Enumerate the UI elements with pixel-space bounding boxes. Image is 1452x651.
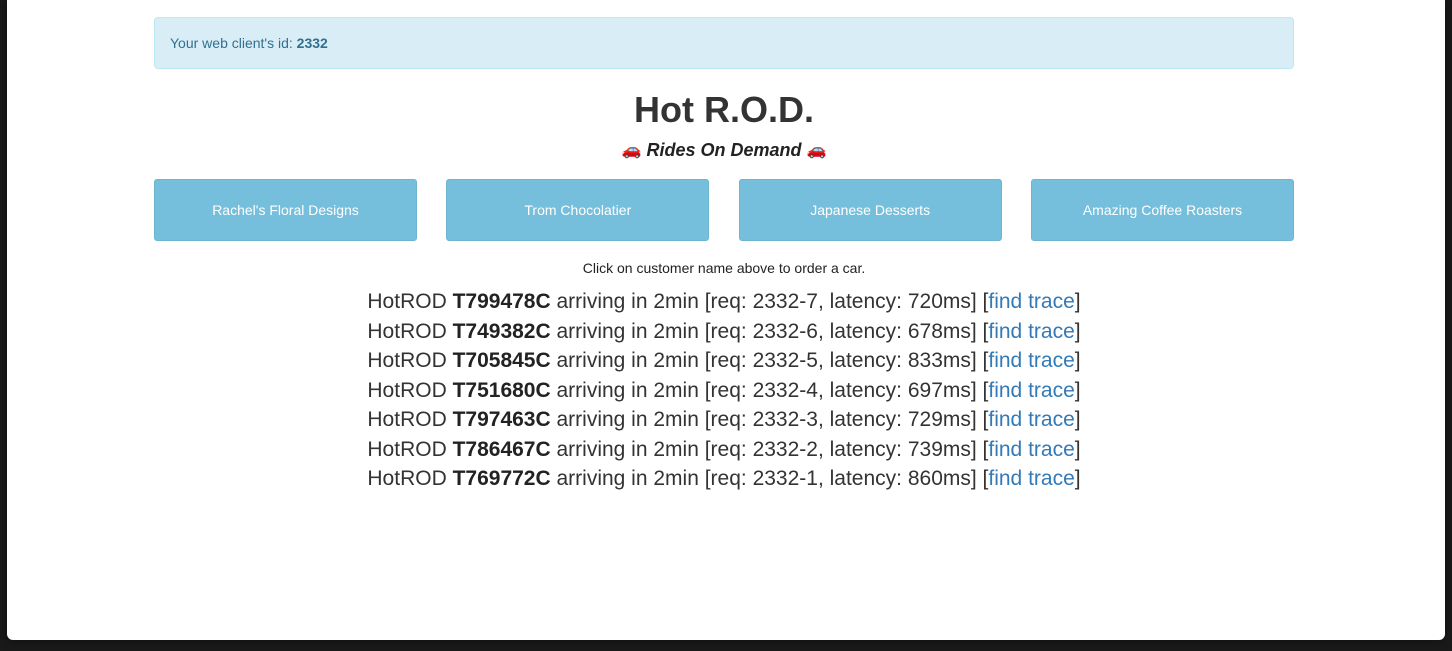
ride-prefix: HotROD [367,408,453,431]
find-trace-link[interactable]: find trace [988,290,1074,313]
ride-suffix: ] [1074,349,1081,372]
ride-list: HotROD T799478C arriving in 2min [req: 2… [154,287,1294,494]
client-id-value: 2332 [296,35,328,51]
ride-details: arriving in 2min [req: 2332-5, latency: … [550,349,989,372]
ride-details: arriving in 2min [req: 2332-7, latency: … [550,290,989,313]
ride-item: HotROD T749382C arriving in 2min [req: 2… [154,317,1294,347]
ride-item: HotROD T797463C arriving in 2min [req: 2… [154,405,1294,435]
ride-prefix: HotROD [367,319,453,343]
ride-item: HotROD T799478C arriving in 2min [req: 2… [154,287,1294,317]
main-container: Your web client's id: 2332 Hot R.O.D. 🚗 … [154,17,1294,494]
customer-button-trom-chocolatier[interactable]: Trom Chocolatier [446,179,710,241]
ride-suffix: ] [1074,437,1081,461]
ride-prefix: HotROD [367,378,453,402]
ride-car-id: T749382C [452,319,551,343]
ride-car-id: T797463C [452,408,551,431]
browser-page: Your web client's id: 2332 Hot R.O.D. 🚗 … [7,0,1445,640]
page-title: Hot R.O.D. [634,89,814,130]
find-trace-link[interactable]: find trace [988,379,1074,402]
ride-prefix: HotROD [367,437,453,461]
client-id-prefix: Your web client's id: [170,35,297,51]
ride-suffix: ] [1074,319,1081,343]
find-trace-link[interactable]: find trace [988,467,1074,490]
car-icon: 🚗 [806,142,827,160]
find-trace-link[interactable]: find trace [988,408,1074,431]
customer-button-japanese-desserts[interactable]: Japanese Desserts [738,179,1002,241]
find-trace-link[interactable]: find trace [988,438,1074,461]
ride-item: HotROD T705845C arriving in 2min [req: 2… [154,346,1294,376]
car-icon: 🚗 [621,142,642,160]
ride-details: arriving in 2min [req: 2332-4, latency: … [550,378,989,402]
ride-details: arriving in 2min [req: 2332-1, latency: … [550,467,989,490]
ride-item: HotROD T751680C arriving in 2min [req: 2… [154,376,1294,406]
find-trace-link[interactable]: find trace [988,349,1074,372]
ride-item: HotROD T769772C arriving in 2min [req: 2… [154,464,1294,494]
ride-details: arriving in 2min [req: 2332-6, latency: … [550,319,989,343]
ride-details: arriving in 2min [req: 2332-3, latency: … [550,408,989,431]
subtitle-text: Rides On Demand [646,140,802,160]
ride-details: arriving in 2min [req: 2332-2, latency: … [550,437,989,461]
ride-suffix: ] [1074,378,1081,402]
ride-car-id: T799478C [452,290,551,313]
client-id-alert: Your web client's id: 2332 [154,17,1294,69]
customer-button-amazing-coffee-roasters[interactable]: Amazing Coffee Roasters [1030,179,1294,241]
ride-suffix: ] [1074,467,1081,490]
ride-item: HotROD T786467C arriving in 2min [req: 2… [154,435,1294,465]
ride-prefix: HotROD [367,467,453,490]
ride-prefix: HotROD [367,290,453,313]
ride-car-id: T786467C [452,437,551,461]
ride-car-id: T705845C [452,349,551,372]
ride-suffix: ] [1074,408,1081,431]
customer-button-rachels-floral-designs[interactable]: Rachel's Floral Designs [154,179,417,241]
customer-buttons: Rachel's Floral Designs Trom Chocolatier… [154,179,1294,241]
page-subtitle: 🚗 Rides On Demand 🚗 [154,138,1294,162]
ride-suffix: ] [1074,290,1081,313]
ride-car-id: T751680C [452,378,551,402]
ride-car-id: T769772C [452,467,551,490]
find-trace-link[interactable]: find trace [988,320,1074,343]
ride-prefix: HotROD [367,349,453,372]
order-hint: Click on customer name above to order a … [582,260,866,276]
